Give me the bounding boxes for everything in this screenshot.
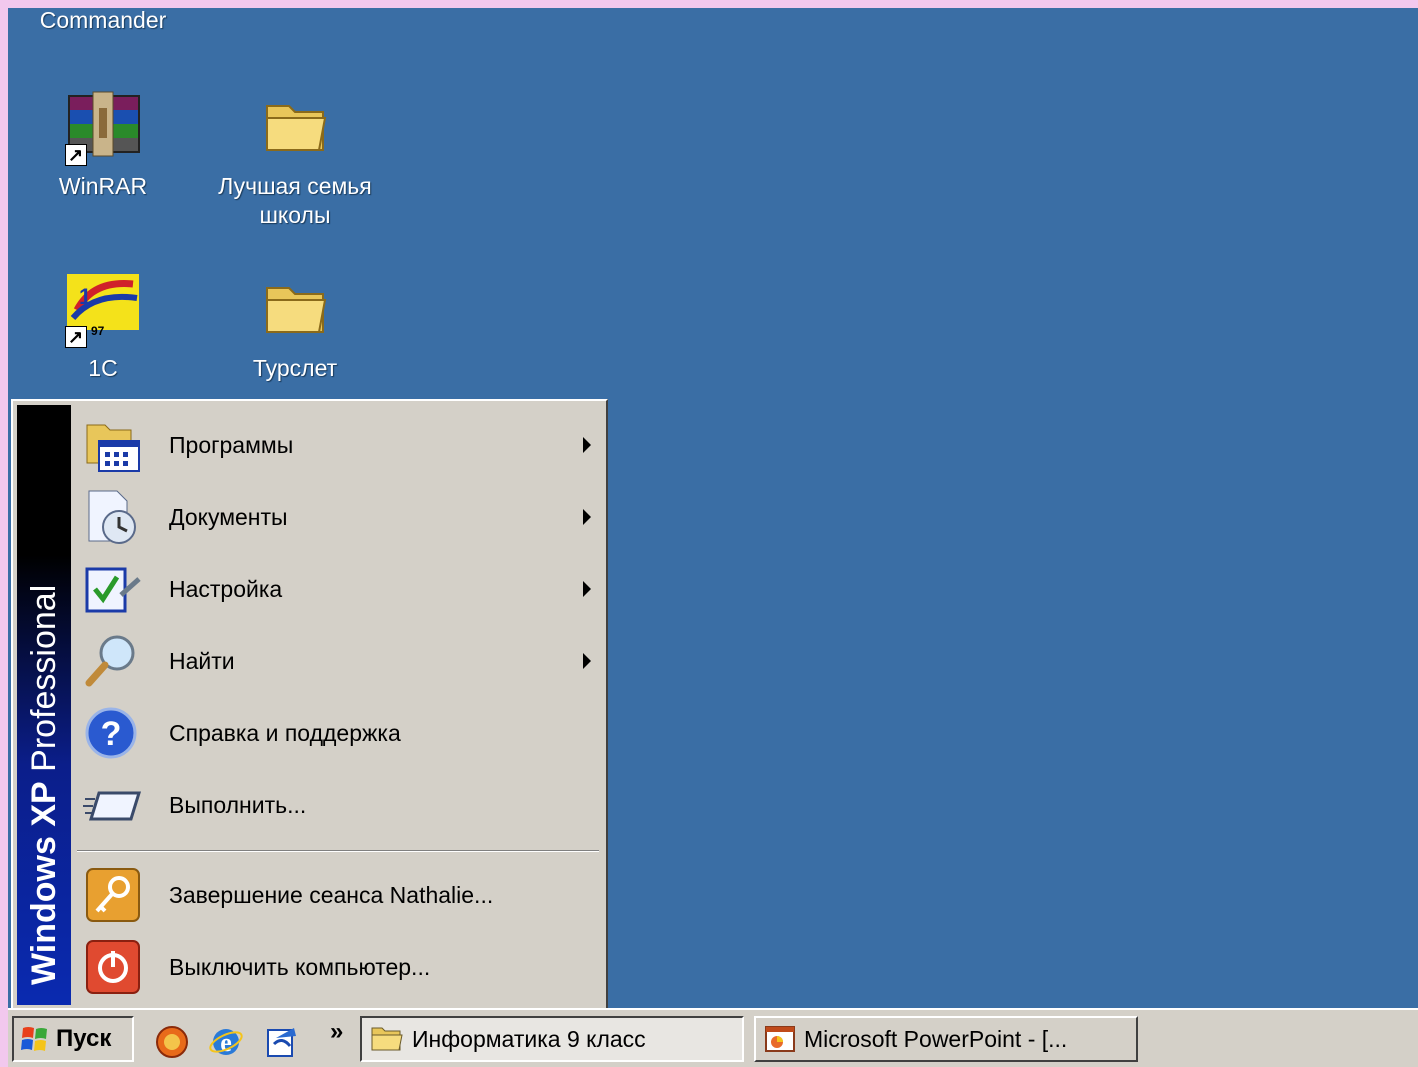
desktop-icon-total-commander[interactable]: Commander	[8, 8, 198, 35]
taskbar: Пуск e » Информатика 9 класс Microsoft P…	[8, 1008, 1418, 1067]
menu-item-label: Найти	[169, 647, 235, 674]
start-menu-banner: Windows XP Professional	[24, 585, 64, 985]
menu-item-settings[interactable]: Настройка	[77, 553, 597, 625]
desktop-icon-winrar[interactable]: WinRAR	[8, 88, 198, 201]
task-button-powerpoint[interactable]: Microsoft PowerPoint - [...	[754, 1016, 1138, 1062]
task-button-label: Информатика 9 класс	[412, 1025, 646, 1052]
menu-item-search[interactable]: Найти	[77, 625, 597, 697]
start-button-label: Пуск	[56, 1025, 112, 1052]
svg-text:?: ?	[101, 715, 122, 753]
folder-icon	[370, 1024, 404, 1054]
menu-separator	[77, 850, 599, 852]
menu-item-label: Настройка	[169, 575, 283, 602]
menu-item-label: Программы	[169, 431, 294, 458]
desktop-icon-1c[interactable]: 1 97 1С	[8, 270, 198, 383]
svg-text:1: 1	[79, 284, 91, 309]
start-button[interactable]: Пуск	[12, 1016, 134, 1062]
winrar-icon	[63, 88, 143, 170]
menu-item-label: Документы	[169, 503, 288, 530]
submenu-arrow-icon	[583, 653, 591, 669]
submenu-arrow-icon	[583, 581, 591, 597]
programs-icon	[83, 415, 143, 475]
desktop-icon-folder-turslet[interactable]: Турслет	[200, 270, 390, 383]
start-menu: Windows XP Professional Программы Докуме…	[11, 399, 608, 1011]
windows-logo-icon	[20, 1024, 50, 1054]
folder-icon	[255, 270, 335, 350]
version-badge: 97	[91, 324, 105, 338]
menu-item-label: Выполнить...	[169, 791, 307, 818]
menu-item-label: Завершение сеанса Nathalie...	[169, 881, 494, 908]
task-button-label: Microsoft PowerPoint - [...	[804, 1025, 1068, 1052]
banner-edition: Professional	[25, 584, 63, 772]
desktop-icon-label: 1С	[88, 355, 118, 381]
quicklaunch-more-icon[interactable]: »	[330, 1018, 343, 1046]
powerpoint-icon	[764, 1024, 796, 1054]
submenu-arrow-icon	[583, 437, 591, 453]
internet-explorer-icon[interactable]: e	[208, 1024, 244, 1060]
shortcut-arrow-icon	[65, 141, 87, 170]
shortcut-arrow-icon	[65, 323, 87, 352]
desktop-icon-folder-family[interactable]: Лучшая семья школы	[200, 88, 390, 230]
logoff-icon	[83, 865, 143, 925]
start-menu-sidebar: Windows XP Professional	[17, 405, 71, 1005]
browser-quicklaunch-icon[interactable]	[154, 1024, 190, 1060]
search-icon	[83, 631, 143, 691]
shutdown-icon	[83, 937, 143, 997]
menu-item-run[interactable]: Выполнить...	[77, 769, 597, 841]
desktop-icon-label: Лучшая семья школы	[218, 173, 372, 228]
settings-icon	[83, 559, 143, 619]
run-icon	[83, 775, 143, 835]
menu-item-label: Справка и поддержка	[169, 719, 401, 746]
menu-item-label: Выключить компьютер...	[169, 953, 431, 980]
outlook-express-icon[interactable]	[264, 1024, 300, 1060]
menu-item-documents[interactable]: Документы	[77, 481, 597, 553]
desktop-icon-label: Турслет	[252, 355, 338, 381]
desktop-icon-label: WinRAR	[58, 173, 148, 199]
task-button-informatika[interactable]: Информатика 9 класс	[360, 1016, 744, 1062]
menu-item-programs[interactable]: Программы	[77, 409, 597, 481]
folder-icon	[255, 88, 335, 168]
menu-item-logoff[interactable]: Завершение сеанса Nathalie...	[77, 859, 597, 931]
submenu-arrow-icon	[583, 509, 591, 525]
banner-product: Windows XP	[25, 781, 63, 985]
1c-icon: 1 97	[63, 270, 143, 352]
desktop-icon-label: Commander	[39, 8, 167, 33]
help-icon: ?	[83, 703, 143, 763]
menu-item-help[interactable]: ? Справка и поддержка	[77, 697, 597, 769]
documents-icon	[83, 487, 143, 547]
menu-item-shutdown[interactable]: Выключить компьютер...	[77, 931, 597, 1003]
